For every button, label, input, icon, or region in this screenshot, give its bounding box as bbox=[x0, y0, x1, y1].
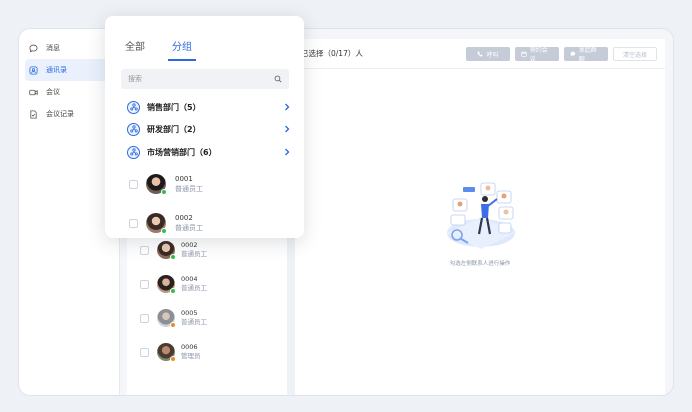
schedule-meeting-label: 预约会议 bbox=[529, 47, 548, 63]
avatar bbox=[157, 241, 176, 260]
sidebar-item-meetings[interactable]: 会议 bbox=[25, 81, 113, 103]
sidebar-item-label: 通讯录 bbox=[46, 66, 67, 74]
member-role: 普通员工 bbox=[175, 185, 203, 193]
tab-all[interactable]: 全部 bbox=[125, 38, 145, 58]
chevron-right-icon bbox=[285, 125, 290, 133]
status-online-dot bbox=[161, 189, 167, 195]
member-role: 普通员工 bbox=[181, 318, 207, 326]
sidebar-item-label: 会议 bbox=[46, 88, 60, 96]
sidebar-item-messages[interactable]: 消息 bbox=[25, 37, 113, 59]
start-group-chat-label: 发起群聊 bbox=[578, 47, 597, 63]
member-checkbox[interactable] bbox=[140, 313, 149, 323]
avatar bbox=[146, 174, 167, 195]
group-label: 销售部门（5） bbox=[147, 102, 201, 112]
member-role: 普通员工 bbox=[181, 284, 207, 292]
member-id: 0002 bbox=[181, 241, 198, 249]
member-checkbox[interactable] bbox=[140, 245, 149, 255]
list-item[interactable]: 0004 普通员工 bbox=[127, 269, 287, 299]
status-online-dot bbox=[161, 228, 167, 234]
member-checkbox[interactable] bbox=[129, 218, 138, 228]
member-id: 0001 bbox=[175, 175, 193, 183]
list-item[interactable]: 0002 普通员工 bbox=[105, 208, 304, 238]
search-box bbox=[121, 69, 289, 89]
avatar bbox=[157, 343, 176, 362]
selected-count: 已选择（0/17）人 bbox=[301, 49, 363, 58]
member-role: 普通员工 bbox=[181, 250, 207, 258]
status-away-dot bbox=[170, 356, 176, 362]
popup-tabs: 全部 分组 bbox=[125, 38, 196, 61]
member-checkbox[interactable] bbox=[140, 279, 149, 289]
member-id: 0006 bbox=[181, 343, 198, 351]
member-id: 0004 bbox=[181, 275, 198, 283]
chevron-right-icon bbox=[285, 103, 290, 111]
list-item[interactable]: 0002 普通员工 bbox=[127, 235, 287, 265]
chat-bubble-icon bbox=[29, 44, 38, 53]
action-buttons: 呼叫 预约会议 发起群聊 清空选择 bbox=[466, 47, 657, 63]
member-role: 普通员工 bbox=[175, 224, 203, 232]
member-id: 0005 bbox=[181, 309, 198, 317]
member-role: 管理员 bbox=[181, 352, 201, 360]
group-item-rnd[interactable]: 研发部门（2） bbox=[127, 121, 291, 137]
member-id: 0002 bbox=[175, 214, 193, 222]
sidebar-item-label: 消息 bbox=[46, 44, 60, 52]
group-item-marketing[interactable]: 市场营销部门（6） bbox=[127, 144, 291, 160]
status-away-dot bbox=[170, 322, 176, 328]
avatar bbox=[157, 275, 176, 294]
calendar-icon bbox=[521, 51, 527, 57]
video-camera-icon bbox=[29, 88, 38, 97]
avatar bbox=[157, 309, 176, 328]
search-input[interactable] bbox=[128, 75, 268, 83]
org-group-icon bbox=[127, 122, 140, 136]
empty-state-illustration bbox=[447, 182, 515, 249]
avatar bbox=[146, 213, 167, 234]
org-group-icon bbox=[127, 145, 140, 159]
call-button-label: 呼叫 bbox=[486, 51, 499, 59]
member-checkbox[interactable] bbox=[140, 347, 149, 357]
clear-selection-button[interactable]: 清空选择 bbox=[613, 47, 657, 61]
sidebar-item-contacts[interactable]: 通讯录 bbox=[25, 59, 113, 81]
schedule-meeting-button[interactable]: 预约会议 bbox=[515, 47, 559, 63]
group-label: 研发部门（2） bbox=[147, 124, 201, 134]
contact-picker-popup: 全部 分组 销售部门（5） 研发部门（2） 市场营销部门（6） bbox=[105, 16, 304, 238]
phone-icon bbox=[477, 51, 483, 57]
status-online-dot bbox=[170, 288, 176, 294]
document-icon bbox=[29, 109, 38, 119]
group-label: 市场营销部门（6） bbox=[147, 147, 217, 157]
group-chat-icon bbox=[570, 51, 576, 57]
search-icon[interactable] bbox=[274, 75, 282, 83]
sidebar-item-meeting-records[interactable]: 会议记录 bbox=[25, 103, 113, 125]
tab-groups[interactable]: 分组 bbox=[168, 38, 196, 61]
start-group-chat-button[interactable]: 发起群聊 bbox=[564, 47, 608, 63]
selection-panel: 已选择（0/17）人 呼叫 预约会议 发起群聊 清空选择 勾选左侧联系人进行操作 bbox=[295, 39, 665, 395]
sidebar-item-label: 会议记录 bbox=[46, 110, 74, 118]
list-item[interactable]: 0006 管理员 bbox=[127, 337, 287, 367]
empty-state-text: 勾选左侧联系人进行操作 bbox=[449, 261, 511, 267]
list-item[interactable]: 0005 普通员工 bbox=[127, 303, 287, 333]
call-button[interactable]: 呼叫 bbox=[466, 47, 510, 61]
member-checkbox[interactable] bbox=[129, 179, 138, 189]
contacts-icon bbox=[29, 65, 38, 75]
org-group-icon bbox=[127, 100, 140, 114]
selection-toolbar: 已选择（0/17）人 呼叫 预约会议 发起群聊 清空选择 bbox=[295, 39, 665, 69]
list-item[interactable]: 0001 普通员工 bbox=[105, 169, 304, 199]
group-item-sales[interactable]: 销售部门（5） bbox=[127, 99, 291, 115]
status-online-dot bbox=[170, 254, 176, 260]
chevron-right-icon bbox=[285, 148, 290, 156]
